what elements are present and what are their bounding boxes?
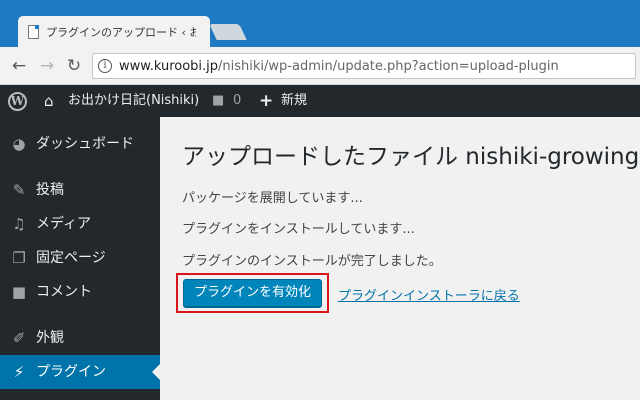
sidebar-item-label: プラグイン	[36, 364, 106, 380]
browser-tab[interactable]: プラグインのアップロード ‹ お出	[18, 16, 210, 47]
sidebar-item-label: コメント	[36, 284, 92, 300]
pin-icon: ✎	[12, 181, 26, 199]
dashboard-icon: ◕	[12, 135, 26, 153]
pages-icon: ❐	[12, 249, 26, 267]
browser-tab-strip: プラグインのアップロード ‹ お出	[0, 0, 640, 47]
home-icon[interactable]: ⌂	[44, 85, 54, 117]
info-icon[interactable]: i	[98, 59, 112, 73]
wordpress-logo-icon[interactable]: W	[8, 92, 27, 111]
sidebar-item-label: ダッシュボード	[36, 136, 134, 152]
url-path: /nishiki/wp-admin/update.php?action=uplo…	[218, 59, 559, 74]
sidebar-item-media[interactable]: ♫ メディア	[0, 207, 160, 241]
back-to-installer-link[interactable]: プラグインインストーラに戻る	[338, 285, 520, 304]
tab-title: プラグインのアップロード ‹ お出	[46, 26, 196, 39]
comments-count[interactable]: 0	[233, 85, 241, 117]
status-message: パッケージを展開しています...	[182, 191, 363, 206]
sidebar-item-pages[interactable]: ❐ 固定ページ	[0, 241, 160, 275]
reload-icon[interactable]: ↻	[63, 55, 85, 77]
address-bar[interactable]: i www.kuroobi.jp/nishiki/wp-admin/update…	[92, 53, 636, 79]
main-content: アップロードしたファイル nishiki-growing-b パッケージを展開し…	[160, 117, 640, 400]
sidebar-item-plugins[interactable]: ⚡ プラグイン	[0, 355, 160, 389]
page-title: アップロードしたファイル nishiki-growing-b	[182, 144, 640, 170]
sidebar-item-posts[interactable]: ✎ 投稿	[0, 173, 160, 207]
new-content-link[interactable]: 新規	[281, 85, 307, 117]
forward-arrow-icon[interactable]: →	[36, 55, 58, 77]
site-name-link[interactable]: お出かけ日記(Nishiki)	[68, 85, 199, 117]
status-message: プラグインをインストールしています...	[182, 222, 415, 237]
browser-toolbar: ← → ↻ i www.kuroobi.jp/nishiki/wp-admin/…	[0, 47, 640, 85]
sidebar-item-comments[interactable]: ■ コメント	[0, 275, 160, 309]
comment-bubble-icon[interactable]: ■	[212, 85, 224, 117]
activate-plugin-button[interactable]: プラグインを有効化	[183, 279, 322, 307]
appearance-icon: ✐	[12, 329, 26, 347]
status-message: プラグインのインストールが完了しました。	[182, 254, 442, 269]
sidebar-item-label: 投稿	[36, 182, 64, 198]
sidebar-item-label: 固定ページ	[36, 250, 106, 266]
url-text: www.kuroobi.jp/nishiki/wp-admin/update.p…	[119, 59, 559, 74]
sidebar-item-appearance[interactable]: ✐ 外観	[0, 321, 160, 355]
wp-admin-bar: W ⌂ お出かけ日記(Nishiki) ■ 0 + 新規	[0, 85, 640, 117]
new-tab-button[interactable]	[209, 24, 247, 40]
page-favicon-icon	[28, 25, 39, 39]
sidebar-item-label: メディア	[36, 216, 92, 232]
sidebar-item-dashboard[interactable]: ◕ ダッシュボード	[0, 127, 160, 161]
url-host: www.kuroobi.jp	[119, 59, 219, 74]
plus-icon[interactable]: +	[259, 85, 273, 117]
sidebar-item-label: 外観	[36, 330, 64, 346]
comment-icon: ■	[11, 283, 27, 301]
back-arrow-icon[interactable]: ←	[8, 55, 30, 77]
admin-sidebar: ◕ ダッシュボード ✎ 投稿 ♫ メディア ❐ 固定ページ ■ コメント ✐ 外…	[0, 117, 160, 400]
media-icon: ♫	[12, 215, 26, 233]
plugin-icon: ⚡	[13, 363, 25, 381]
